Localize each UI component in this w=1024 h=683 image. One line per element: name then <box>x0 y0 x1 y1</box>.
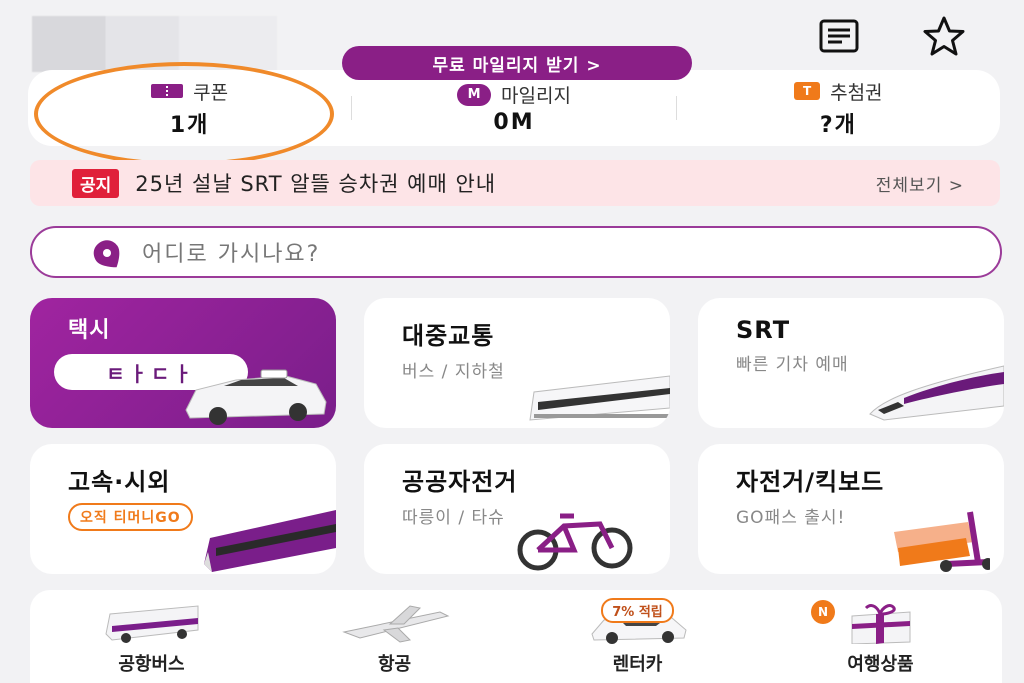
star-icon[interactable] <box>920 14 968 58</box>
search-placeholder: 어디로 가시나요? <box>142 242 321 267</box>
coupon-count: 1개 <box>169 112 210 138</box>
srt-train-icon <box>869 365 1004 421</box>
public-bike-title: 공공자전거 <box>402 468 518 496</box>
lottery-label: 추첨권 <box>830 81 883 104</box>
coupon-icon <box>151 84 184 98</box>
taxi-title: 택시 <box>68 318 111 343</box>
express-bus-icon <box>204 510 336 572</box>
intercity-bus-title: 고속·시외 <box>68 468 171 496</box>
lottery-cell[interactable]: T 추첨권 ?개 <box>677 70 1000 146</box>
public-transit-title: 대중교통 <box>402 322 495 350</box>
mileage-label: 마일리지 <box>501 85 571 107</box>
mileage-value: 0M <box>493 110 535 135</box>
airplane-icon <box>341 605 449 643</box>
airport-bus-item[interactable]: 공항버스 <box>30 590 273 683</box>
rentcar-reward-badge: 7% 적립 <box>601 598 674 623</box>
notice-view-all-link[interactable]: 전체보기 > <box>876 171 964 196</box>
travel-package-item[interactable]: N 여행상품 <box>759 590 1002 683</box>
destination-search[interactable]: 어디로 가시나요? <box>30 226 1002 278</box>
flight-item[interactable]: 항공 <box>273 590 516 683</box>
flight-label: 항공 <box>377 654 412 675</box>
public-bike-card[interactable]: 공공자전거 따릉이 / 타슈 <box>364 444 670 574</box>
gift-box-icon <box>851 604 910 644</box>
srt-title: SRT <box>736 316 791 344</box>
taxi-car-icon <box>185 369 327 425</box>
bottom-service-bar: 공항버스 항공 7% 적립 렌터카 N 여행상품 <box>30 590 1002 683</box>
free-mileage-button[interactable]: 무료 마일리지 받기 > <box>342 46 692 80</box>
bike-kickboard-card[interactable]: 자전거/킥보드 GO패스 출시! <box>698 444 1004 574</box>
lottery-ticket-icon: T <box>794 82 821 100</box>
tmoneygo-only-badge: 오직 티머니GO <box>68 503 193 531</box>
mileage-cell[interactable]: M 마일리지 0M <box>352 70 675 146</box>
lottery-count: ?개 <box>819 112 857 138</box>
coupon-cell[interactable]: 쿠폰 1개 <box>28 70 351 146</box>
notice-banner[interactable]: 공지 25년 설날 SRT 알뜰 승차권 예매 안내 전체보기 > <box>30 160 1000 206</box>
notice-text: 25년 설날 SRT 알뜰 승차권 예매 안내 <box>135 172 497 196</box>
airport-bus-icon <box>104 605 198 643</box>
wallet-summary: 쿠폰 1개 M 마일리지 0M T 추첨권 ?개 <box>28 70 1000 146</box>
profile-placeholder[interactable] <box>32 16 277 72</box>
document-list-icon[interactable] <box>815 14 863 58</box>
location-pin-icon <box>92 238 124 276</box>
airport-bus-label: 공항버스 <box>118 654 185 675</box>
subway-train-icon <box>529 375 670 421</box>
rentcar-item[interactable]: 7% 적립 렌터카 <box>516 590 759 683</box>
intercity-bus-card[interactable]: 고속·시외 오직 티머니GO <box>30 444 336 574</box>
travel-package-label: 여행상품 <box>847 654 914 675</box>
rentcar-label: 렌터카 <box>612 654 663 675</box>
bike-kickboard-title: 자전거/킥보드 <box>736 468 885 496</box>
kickboard-icon <box>894 511 990 572</box>
bicycle-icon <box>517 513 633 571</box>
coupon-label: 쿠폰 <box>193 81 229 104</box>
public-transit-card[interactable]: 대중교통 버스 / 지하철 <box>364 298 670 428</box>
new-badge: N <box>811 600 835 624</box>
srt-card[interactable]: SRT 빠른 기차 예매 <box>698 298 1004 428</box>
notice-tag: 공지 <box>72 168 120 198</box>
mileage-icon: M <box>457 83 492 106</box>
taxi-card[interactable]: 택시 ㅌㅏㄷㅏ <box>30 298 336 428</box>
